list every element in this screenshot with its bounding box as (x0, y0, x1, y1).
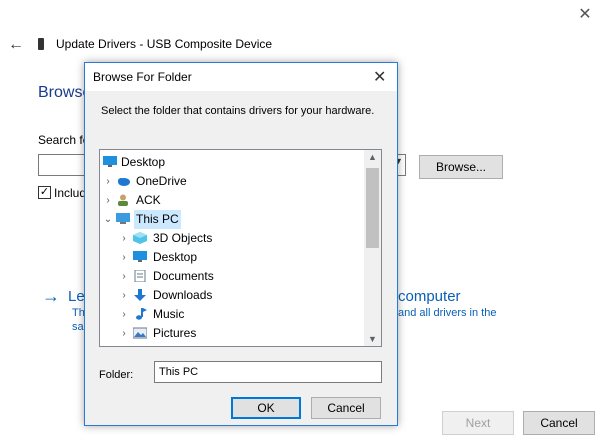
chevron-right-icon[interactable]: › (119, 324, 129, 343)
tree-item-label: ACK (136, 193, 161, 207)
cube-icon (133, 232, 147, 244)
document-icon (134, 270, 146, 282)
tree-item-label: Desktop (153, 250, 198, 264)
desktop-icon (133, 251, 147, 262)
pick-driver-link[interactable]: Le (68, 288, 85, 305)
tree-item-this-pc[interactable]: ⌄ This PC (100, 210, 364, 229)
tree-item-documents[interactable]: › Documents (100, 267, 364, 286)
chevron-right-icon[interactable]: › (119, 267, 129, 286)
tree-item-music[interactable]: › Music (100, 305, 364, 324)
tree-item-downloads[interactable]: › Downloads (100, 286, 364, 305)
chevron-right-icon[interactable]: › (103, 172, 113, 191)
desktop-icon (103, 156, 117, 167)
download-icon (134, 289, 146, 301)
include-subfolders-label: Includ (54, 186, 87, 200)
tree-item-label: Music (153, 307, 185, 321)
tree-item-desktop-root[interactable]: Desktop (100, 153, 364, 172)
dialog-titlebar: Browse For Folder ✕ (85, 63, 397, 91)
chevron-up-icon[interactable]: ▲ (368, 152, 377, 162)
link-description-line2: sa (72, 321, 84, 333)
tree-item-label: 3D Objects (153, 231, 213, 245)
link-description-line1: Th (72, 307, 85, 319)
picture-icon (133, 327, 147, 339)
tree-item-onedrive[interactable]: › OneDrive (100, 172, 364, 191)
tree-item-label: Downloads (153, 288, 213, 302)
chevron-right-icon[interactable]: › (119, 305, 129, 324)
chevron-right-icon[interactable]: › (119, 229, 129, 248)
tree-item-label: Documents (153, 269, 214, 283)
cloud-icon (118, 178, 130, 186)
browse-for-folder-dialog: Browse For Folder ✕ Select the folder th… (84, 62, 398, 426)
computer-icon (116, 213, 130, 224)
chevron-down-icon[interactable]: ⌄ (103, 210, 113, 229)
dialog-instruction: Select the folder that contains drivers … (101, 105, 375, 117)
tree-item-pictures[interactable]: › Pictures (100, 324, 364, 343)
cancel-button[interactable]: Cancel (311, 397, 381, 419)
browse-button[interactable]: Browse... (419, 155, 503, 179)
search-label: Search fo (38, 133, 90, 147)
chevron-down-icon[interactable]: ▼ (368, 334, 377, 344)
wizard-cancel-button[interactable]: Cancel (523, 411, 595, 435)
scrollbar-thumb[interactable] (366, 168, 379, 248)
tree-scrollbar[interactable]: ▲ ▼ (364, 150, 381, 346)
right-arrow-icon: → (42, 286, 60, 306)
folder-label: Folder: (99, 369, 134, 381)
window-title: Update Drivers - USB Composite Device (56, 37, 273, 51)
chevron-right-icon[interactable]: › (119, 286, 129, 305)
close-icon[interactable]: ✕ (373, 67, 386, 87)
dialog-title: Browse For Folder (93, 70, 192, 84)
usb-device-icon (38, 38, 44, 50)
link-description-line1-tail: and all drivers in the (398, 307, 497, 319)
tree-item-label: This PC (134, 210, 181, 229)
tree-item-label: Pictures (153, 326, 197, 340)
back-arrow-icon[interactable]: ← (8, 36, 24, 54)
folder-field[interactable]: This PC (154, 361, 382, 383)
music-icon (136, 308, 147, 320)
tree-item-3d-objects[interactable]: › 3D Objects (100, 229, 364, 248)
ok-button[interactable]: OK (231, 397, 301, 419)
include-subfolders-checkbox[interactable]: ✓ (38, 186, 51, 199)
tree-item-label: Desktop (121, 155, 166, 169)
tree-item-label: OneDrive (136, 174, 187, 188)
pick-driver-link-tail[interactable]: computer (398, 288, 461, 305)
user-icon (118, 194, 128, 206)
folder-tree[interactable]: Desktop › OneDrive › ACK ⌄ This PC › 3D … (99, 149, 382, 347)
tree-item-ack[interactable]: › ACK (100, 191, 364, 210)
chevron-right-icon[interactable]: › (103, 191, 113, 210)
chevron-right-icon[interactable]: › (119, 248, 129, 267)
tree-item-desktop[interactable]: › Desktop (100, 248, 364, 267)
next-button[interactable]: Next (442, 411, 514, 435)
close-icon[interactable]: ✕ (576, 6, 594, 24)
